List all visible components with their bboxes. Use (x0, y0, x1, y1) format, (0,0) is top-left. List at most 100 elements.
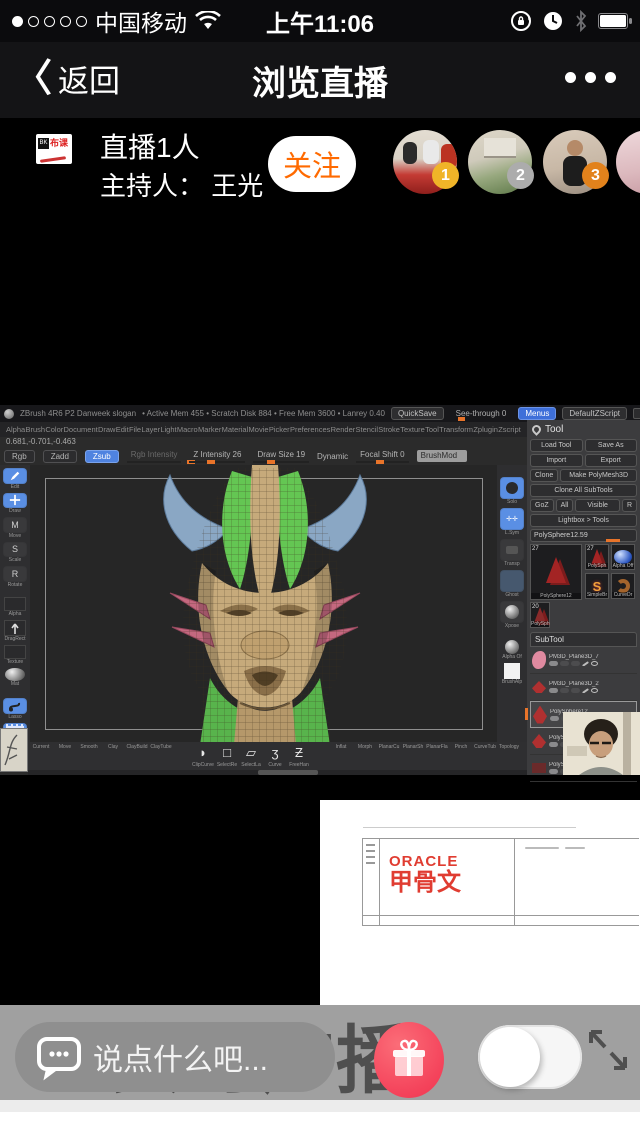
zbrush-logo-icon (4, 409, 14, 419)
status-time: 上午11:06 (0, 4, 640, 39)
document-table: ORACLE 甲骨文 (362, 838, 639, 926)
bottom-overlay-bar: 实时广播 说点什么吧... (0, 1005, 640, 1100)
transparency-icon (500, 539, 524, 561)
export-button: Export (585, 454, 638, 467)
current-tool-field: PolySphere12.59 (530, 529, 637, 542)
draw-tool-icon (3, 493, 27, 509)
gift-icon (387, 1038, 431, 1082)
document-panel: ORACLE 甲骨文 (320, 800, 640, 1010)
menus-button: Menus (518, 407, 556, 420)
scale-tool-icon: S (3, 542, 27, 558)
status-bar: 中国移动 上午11:06 (0, 0, 640, 42)
lasso-icon (3, 698, 27, 714)
tray-scrollbar (28, 770, 527, 775)
document-divider (363, 827, 576, 828)
make-polymesh3d-button: Make PolyMesh3D (560, 469, 637, 482)
focal-shift-slider: Focal Shift 0 (356, 449, 408, 463)
bottom-white-strip (0, 1112, 640, 1136)
save-as-button: Save As (585, 439, 638, 452)
host-label: 主持人： 王光 (100, 166, 263, 203)
expand-arrows-icon[interactable] (585, 1025, 631, 1075)
lightbox-tools-button: Lightbox > Tools (530, 514, 637, 527)
nav-bar: 〈 返回 浏览直播 (0, 42, 640, 118)
subtool-row: PM3D_Plane3D_7 (530, 647, 637, 674)
chat-input[interactable]: 说点什么吧... (15, 1022, 335, 1092)
tool-panel-title: Tool (545, 424, 563, 435)
oracle-logo: ORACLE 甲骨文 (389, 853, 509, 896)
dynamic-label: Dynamic (317, 452, 348, 461)
zbrush-left-shelf: Edit Draw M Move S Scale R Rotate Alpha … (0, 465, 30, 745)
channel-logo[interactable]: BK 布课 (36, 134, 72, 164)
follow-label: 关注 (283, 143, 341, 185)
zadd-button: Zadd (43, 450, 77, 463)
zbrush-right-shelf: Solo ✛✛ L.Sym Transp Ghost Xpose Alpha O… (497, 465, 527, 742)
defaultzscript-button: DefaultZScript (562, 407, 627, 420)
solo-icon (500, 477, 524, 499)
zbrush-top-shelf: Rgb Zadd Zsub Rgb Intensity Z Intensity … (0, 447, 527, 465)
oracle-logo-cn: 甲骨文 (389, 870, 509, 896)
toggle-knob (480, 1027, 540, 1087)
webcam-overlay (563, 712, 640, 775)
viewer-count: 直播1人 (100, 126, 200, 166)
dragon-model (140, 465, 390, 742)
brush-alpha-square (504, 663, 520, 679)
stroke-dragrect-icon (4, 620, 26, 636)
table-side-marks (366, 844, 375, 864)
material-sphere-icon (5, 668, 25, 682)
draw-size-slider: Draw Size 19 (253, 449, 309, 463)
viewer-avatar-4[interactable] (616, 130, 640, 194)
follow-button[interactable]: 关注 (268, 136, 356, 192)
clone-all-subtools-button: Clone All SubTools (530, 484, 637, 497)
live-video-region[interactable]: ZBrush 4R6 P2 Danweek slogan • Active Me… (0, 405, 640, 775)
zbrush-title: ZBrush 4R6 P2 Danweek slogan (20, 409, 136, 418)
alpha-thumb (505, 640, 519, 654)
local-symmetry-icon: ✛✛ (500, 508, 524, 530)
channel-logo-text: 布课 (50, 136, 68, 149)
tool-thumb-curvedr: CurveDr (611, 573, 635, 599)
handwriting-marks (525, 847, 585, 849)
ghost-icon (500, 570, 524, 592)
camera-toggle[interactable] (478, 1025, 582, 1089)
alpha-slot (4, 597, 26, 611)
channel-logo-bk: BK (38, 138, 49, 149)
zbrush-menubar: AlphaBrushColorDocumentDrawEditFileLayer… (0, 422, 527, 437)
move-tool-icon: M (3, 517, 27, 533)
subtool-header: SubTool (530, 632, 637, 647)
xpose-icon (500, 601, 524, 623)
oracle-logo-en: ORACLE (389, 853, 509, 870)
clone-button: Clone (530, 469, 558, 482)
zsub-button: Zsub (85, 450, 119, 463)
channel-logo-swoosh (40, 156, 66, 163)
visible-button: Visible (575, 499, 620, 512)
window-controls (633, 408, 640, 419)
more-menu-button[interactable] (565, 72, 616, 83)
rank-badge-2: 2 (507, 162, 534, 189)
seethrough-slider: See-through 0 (450, 408, 513, 419)
tool-thumb-polysphere: 27 PolySph (585, 544, 609, 570)
load-tool-button: Load Tool (530, 439, 583, 452)
gift-button[interactable] (374, 1022, 444, 1098)
wrench-icon (530, 423, 543, 436)
quicksave-button: QuickSave (391, 407, 444, 420)
rank-badge-3: 3 (582, 162, 609, 189)
subtool-row: PM3D_Plane3D_2 (530, 674, 637, 701)
all-button: All (556, 499, 574, 512)
edit-tool-icon (3, 468, 27, 484)
rgb-intensity-slider: Rgb Intensity (127, 449, 182, 463)
rotate-tool-icon: R (3, 566, 27, 582)
current-tool-thumbnail: 27 PolySphere12 (530, 544, 582, 600)
goz-button: GoZ (530, 499, 554, 512)
cursor-coordinates: 0.681,-0.701,-0.463 (6, 437, 76, 446)
chat-bubble-icon (33, 1033, 85, 1081)
rgb-button: Rgb (4, 450, 35, 463)
phone-screen: 中国移动 上午11:06 (0, 0, 640, 1136)
bottom-light-strip (0, 1100, 640, 1112)
texture-slot (4, 645, 26, 659)
sketch-thumbnail (0, 728, 28, 772)
zbrush-title-stats: • Active Mem 455 • Scratch Disk 884 • Fr… (142, 409, 385, 418)
live-info-row: BK 布课 直播1人 主持人： 王光 关注 1 2 3 (0, 118, 640, 210)
r-button: R (622, 499, 637, 512)
import-button: Import (530, 454, 583, 467)
z-intensity-slider: Z Intensity 26 (189, 449, 245, 463)
tool-thumb-polysphere-20: 20 PolySph (530, 602, 550, 628)
